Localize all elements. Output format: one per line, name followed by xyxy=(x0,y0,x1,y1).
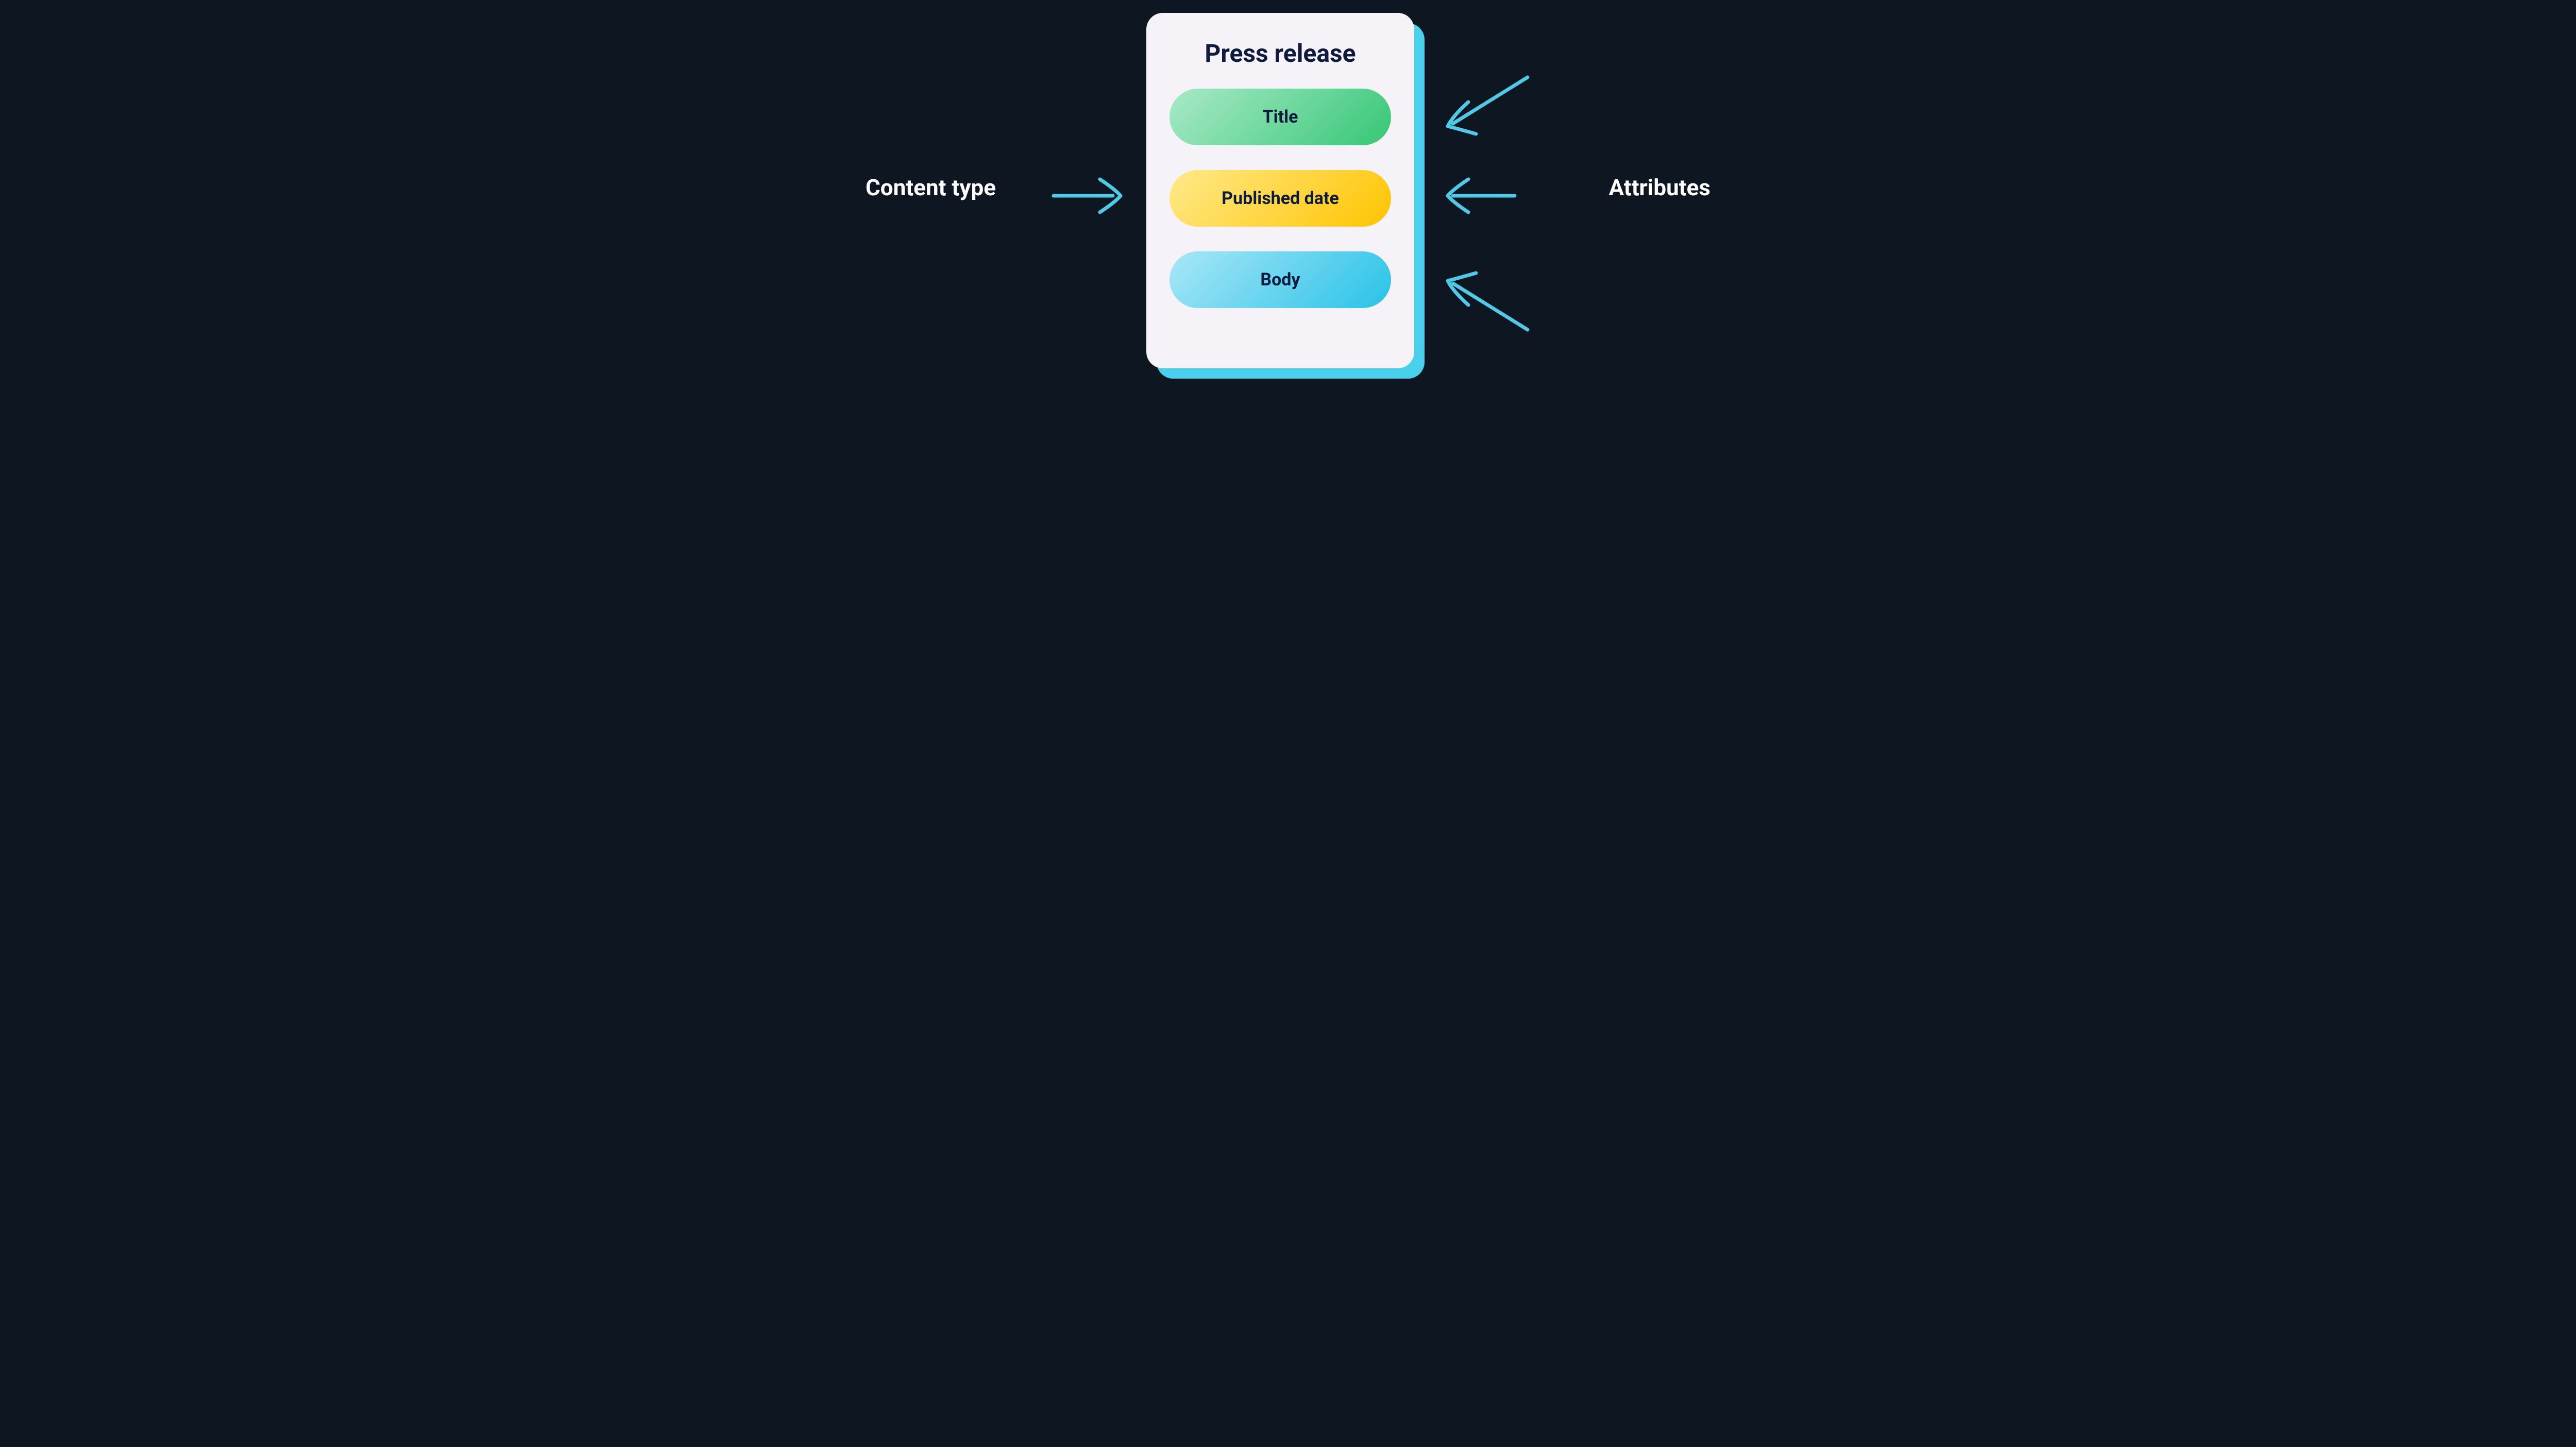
content-type-label: Content type xyxy=(866,174,996,201)
arrow-left-icon xyxy=(1430,175,1517,216)
attribute-pill-published-date: Published date xyxy=(1170,170,1391,227)
diagram-canvas: Content type Press release Title Publish… xyxy=(829,0,1747,387)
arrow-left-down-icon xyxy=(1430,67,1533,144)
arrow-right-icon xyxy=(1051,175,1128,216)
card-title: Press release xyxy=(1170,39,1391,68)
content-type-card: Press release Title Published date Body xyxy=(1146,13,1414,368)
attribute-pill-title: Title xyxy=(1170,89,1391,145)
attributes-label: Attributes xyxy=(1609,174,1710,201)
attribute-pill-body: Body xyxy=(1170,251,1391,308)
arrow-left-up-icon xyxy=(1430,263,1533,340)
